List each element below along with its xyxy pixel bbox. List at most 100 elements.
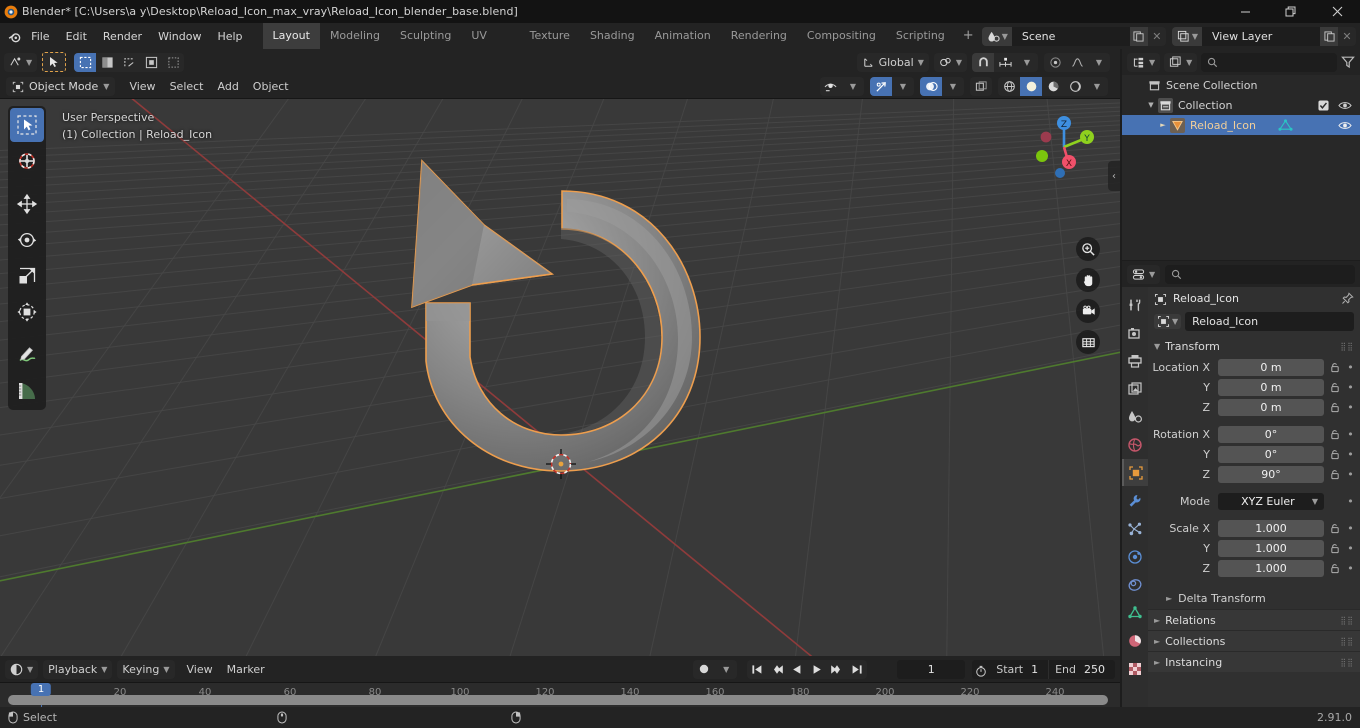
rotation-mode-dropdown[interactable]: XYZ Euler ▼ bbox=[1218, 493, 1324, 510]
animate-property-dot[interactable]: • bbox=[1345, 361, 1356, 374]
outliner-row-scene-collection[interactable]: Scene Collection bbox=[1122, 75, 1360, 95]
workspace-tab-animation[interactable]: Animation bbox=[645, 23, 721, 49]
lock-icon[interactable] bbox=[1328, 429, 1341, 440]
sidebar-collapse-icon[interactable]: ‹ bbox=[1108, 161, 1120, 191]
proportional-edit-icon[interactable] bbox=[1044, 53, 1066, 72]
lock-icon[interactable] bbox=[1328, 563, 1341, 574]
workspace-tab-shading[interactable]: Shading bbox=[580, 23, 645, 49]
pan-icon[interactable] bbox=[1076, 268, 1100, 292]
timeline-menu-playback[interactable]: Playback ▼ bbox=[43, 659, 113, 679]
rotation-x-value[interactable]: 0° bbox=[1218, 426, 1324, 443]
chevron-down-icon[interactable]: ▼ bbox=[715, 660, 737, 679]
menu-file[interactable]: File bbox=[23, 27, 57, 46]
next-keyframe-icon[interactable] bbox=[827, 660, 847, 679]
animate-property-dot[interactable]: • bbox=[1345, 401, 1356, 414]
play-icon[interactable] bbox=[807, 660, 827, 679]
lock-icon[interactable] bbox=[1328, 362, 1341, 373]
chevron-down-icon[interactable]: ▼ bbox=[892, 77, 914, 96]
scale-x-value[interactable]: 1.000 bbox=[1218, 520, 1324, 537]
modifier-tab[interactable] bbox=[1122, 487, 1148, 514]
rotation-z-value[interactable]: 90° bbox=[1218, 466, 1324, 483]
animate-property-dot[interactable]: • bbox=[1345, 542, 1356, 555]
menu-help[interactable]: Help bbox=[209, 27, 250, 46]
mesh-data-icon[interactable] bbox=[1278, 118, 1293, 132]
chevron-down-icon[interactable]: ▼ bbox=[842, 77, 864, 96]
physics-tab[interactable] bbox=[1122, 543, 1148, 570]
scene-name-field[interactable]: Scene bbox=[1011, 26, 1130, 46]
view-layer-tab[interactable] bbox=[1122, 375, 1148, 402]
lock-icon[interactable] bbox=[1328, 449, 1341, 460]
panel-header-delta-transform[interactable]: ► Delta Transform bbox=[1148, 588, 1360, 609]
snap-magnet-icon[interactable] bbox=[972, 52, 994, 72]
object-data-tab[interactable] bbox=[1122, 599, 1148, 626]
output-tab[interactable] bbox=[1122, 347, 1148, 374]
falloff-curve-icon[interactable] bbox=[1066, 53, 1088, 72]
menu-render[interactable]: Render bbox=[95, 27, 150, 46]
panel-header-relations[interactable]: ► Relations ⣿⣿ bbox=[1148, 609, 1360, 630]
select-extend-icon[interactable] bbox=[162, 53, 184, 72]
transform-orientation-selector[interactable]: Global ▼ bbox=[856, 52, 929, 72]
animate-property-dot[interactable]: • bbox=[1345, 468, 1356, 481]
editor-type-selector[interactable]: ▼ bbox=[4, 52, 38, 72]
camera-icon[interactable] bbox=[1076, 299, 1100, 323]
chevron-down-icon[interactable]: ▼ bbox=[942, 77, 964, 96]
panel-header-transform[interactable]: ▼ Transform ⣿⣿ bbox=[1148, 336, 1360, 357]
workspace-tab-modeling[interactable]: Modeling bbox=[320, 23, 390, 49]
scale-y-value[interactable]: 1.000 bbox=[1218, 540, 1324, 557]
outliner-search-input[interactable] bbox=[1201, 52, 1337, 72]
animate-property-dot[interactable]: • bbox=[1345, 495, 1356, 508]
lock-icon[interactable] bbox=[1328, 382, 1341, 393]
workspace-tab-texture-paint[interactable]: Texture Paint bbox=[520, 23, 580, 68]
select-box-icon[interactable] bbox=[74, 52, 97, 72]
workspace-tab-layout[interactable]: Layout bbox=[262, 23, 320, 49]
timeline-menu-keying[interactable]: Keying ▼ bbox=[117, 659, 175, 679]
lock-icon[interactable] bbox=[1328, 402, 1341, 413]
outliner-row-collection[interactable]: ▼ Collection bbox=[1122, 95, 1360, 115]
location-x-value[interactable]: 0 m bbox=[1218, 359, 1324, 376]
workspace-tab-compositing[interactable]: Compositing bbox=[797, 23, 886, 49]
expander-object[interactable]: ► bbox=[1156, 121, 1170, 129]
eye-icon[interactable] bbox=[1338, 120, 1352, 131]
remove-scene-button[interactable]: ✕ bbox=[1148, 27, 1166, 46]
menu-window[interactable]: Window bbox=[150, 27, 209, 46]
playhead[interactable]: 1 bbox=[30, 683, 52, 696]
workspace-tab-uv-editing[interactable]: UV Editing bbox=[461, 23, 519, 68]
location-y-value[interactable]: 0 m bbox=[1218, 379, 1324, 396]
animate-property-dot[interactable]: • bbox=[1345, 448, 1356, 461]
workspace-tab-scripting[interactable]: Scripting bbox=[886, 23, 955, 49]
tool-tweak[interactable] bbox=[10, 108, 44, 142]
world-tab[interactable] bbox=[1122, 431, 1148, 458]
new-scene-button[interactable] bbox=[1129, 26, 1148, 46]
viewport-menu-select[interactable]: Select bbox=[163, 78, 211, 95]
timeline-scrollbar[interactable] bbox=[8, 695, 1108, 705]
pin-icon[interactable] bbox=[1341, 291, 1354, 305]
chevron-down-icon[interactable]: ▼ bbox=[1016, 53, 1038, 72]
select-circle-icon[interactable] bbox=[140, 53, 162, 72]
start-frame-value[interactable]: 1 bbox=[1029, 660, 1048, 679]
toggle-xray-icon[interactable] bbox=[970, 77, 992, 96]
checkbox-icon[interactable] bbox=[1318, 99, 1329, 111]
tool-cursor[interactable] bbox=[10, 144, 44, 178]
workspace-tab-rendering[interactable]: Rendering bbox=[721, 23, 797, 49]
scale-z-value[interactable]: 1.000 bbox=[1218, 560, 1324, 577]
zoom-icon[interactable] bbox=[1076, 237, 1100, 261]
object-name-input[interactable]: Reload_Icon bbox=[1185, 312, 1354, 331]
animate-property-dot[interactable]: • bbox=[1345, 428, 1356, 441]
timeline-ruler[interactable]: 20 40 60 80 100 120 140 160 180 200 220 … bbox=[0, 682, 1120, 707]
expander-collection[interactable]: ▼ bbox=[1144, 101, 1158, 109]
play-reverse-icon[interactable] bbox=[787, 660, 807, 679]
interaction-mode-selector[interactable]: Object Mode ▼ bbox=[6, 77, 116, 96]
shading-rendered-icon[interactable] bbox=[1064, 77, 1086, 96]
outliner-display-mode-selector[interactable]: ▼ bbox=[1164, 52, 1198, 72]
show-overlays-icon[interactable] bbox=[920, 77, 942, 96]
tool-measure[interactable] bbox=[10, 374, 44, 408]
active-tool-indicator[interactable] bbox=[42, 52, 67, 72]
blender-menu-icon[interactable] bbox=[6, 29, 23, 44]
snap-increment-icon[interactable] bbox=[994, 53, 1016, 72]
filter-icon[interactable] bbox=[1341, 55, 1355, 69]
minimize-button[interactable] bbox=[1222, 0, 1268, 23]
remove-view-layer-button[interactable]: ✕ bbox=[1338, 27, 1356, 46]
constraints-tab[interactable] bbox=[1122, 571, 1148, 598]
scene-selector[interactable]: ▼ Scene ✕ bbox=[981, 26, 1166, 46]
properties-editor-type-selector[interactable]: ▼ bbox=[1127, 264, 1161, 284]
